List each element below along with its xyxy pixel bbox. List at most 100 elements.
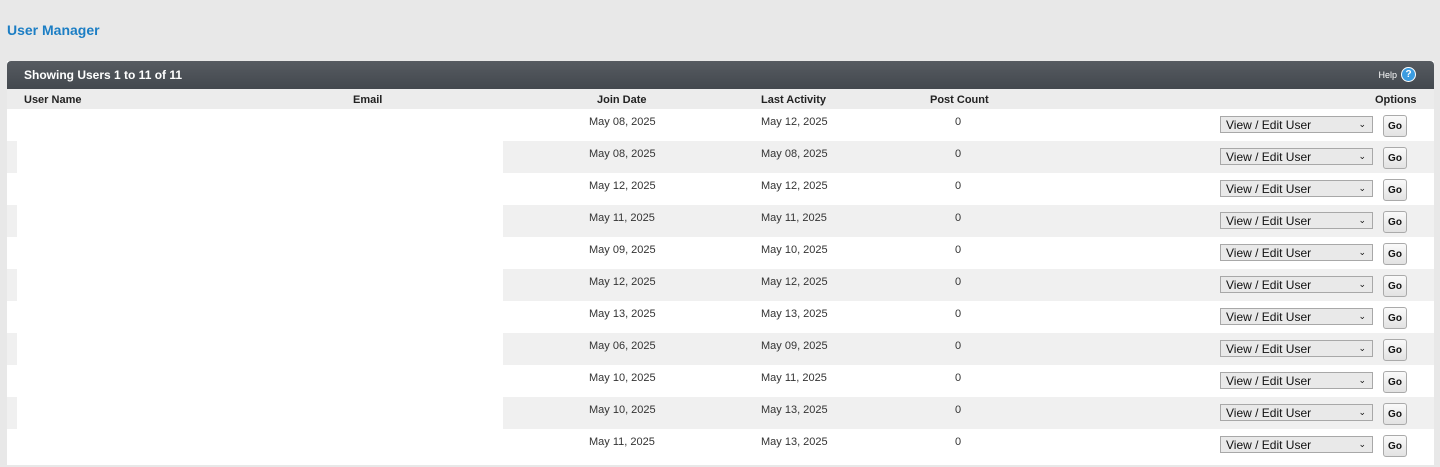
row-stripe xyxy=(7,205,17,237)
last-activity-cell: May 12, 2025 xyxy=(761,180,828,192)
last-activity-cell: May 11, 2025 xyxy=(761,212,827,224)
chevron-down-icon: ⌄ xyxy=(1358,375,1366,385)
chevron-down-icon: ⌄ xyxy=(1358,311,1366,321)
user-options-select[interactable]: View / Edit User ⌄ xyxy=(1220,116,1373,133)
table-header: User Name Email Join Date Last Activity … xyxy=(7,89,1434,109)
post-count-cell: 0 xyxy=(955,180,962,192)
user-options-select-value: View / Edit User xyxy=(1226,277,1312,292)
go-button[interactable]: Go xyxy=(1383,275,1407,297)
user-options-select[interactable]: View / Edit User ⌄ xyxy=(1220,244,1373,261)
user-options-select[interactable]: View / Edit User ⌄ xyxy=(1220,340,1373,357)
column-options: Options xyxy=(1375,94,1417,106)
join-date-cell: May 11, 2025 xyxy=(589,212,655,224)
chevron-down-icon: ⌄ xyxy=(1358,183,1366,193)
column-email[interactable]: Email xyxy=(353,94,382,106)
post-count-cell: 0 xyxy=(955,212,962,224)
user-options-select-value: View / Edit User xyxy=(1226,405,1312,420)
user-options-select-value: View / Edit User xyxy=(1226,245,1312,260)
join-date-cell: May 12, 2025 xyxy=(589,276,656,288)
last-activity-cell: May 09, 2025 xyxy=(761,340,828,352)
go-button[interactable]: Go xyxy=(1383,371,1407,393)
table-row: May 08, 2025 May 08, 2025 0 View / Edit Use… xyxy=(7,141,1434,173)
table-row: May 09, 2025 May 10, 2025 0 View / Edit Use… xyxy=(7,237,1434,269)
post-count-cell: 0 xyxy=(955,244,962,256)
post-count-cell: 0 xyxy=(955,436,962,448)
go-button[interactable]: Go xyxy=(1383,243,1407,265)
last-activity-cell: May 13, 2025 xyxy=(761,404,828,416)
go-button[interactable]: Go xyxy=(1383,147,1407,169)
go-button[interactable]: Go xyxy=(1383,179,1407,201)
go-button[interactable]: Go xyxy=(1383,307,1407,329)
table-row: May 06, 2025 May 09, 2025 0 View / Edit Use… xyxy=(7,333,1434,365)
join-date-cell: May 10, 2025 xyxy=(589,404,656,416)
user-options-select[interactable]: View / Edit User ⌄ xyxy=(1220,180,1373,197)
post-count-cell: 0 xyxy=(955,276,962,288)
chevron-down-icon: ⌄ xyxy=(1358,343,1366,353)
last-activity-cell: May 12, 2025 xyxy=(761,116,828,128)
post-count-cell: 0 xyxy=(955,148,962,160)
user-options-select-value: View / Edit User xyxy=(1226,373,1312,388)
go-button[interactable]: Go xyxy=(1383,435,1407,457)
go-button[interactable]: Go xyxy=(1383,211,1407,233)
post-count-cell: 0 xyxy=(955,340,962,352)
panel-title: Showing Users 1 to 11 of 11 xyxy=(24,68,183,82)
user-options-select[interactable]: View / Edit User ⌄ xyxy=(1220,308,1373,325)
chevron-down-icon: ⌄ xyxy=(1358,439,1366,449)
table-row: May 10, 2025 May 13, 2025 0 View / Edit Use… xyxy=(7,397,1434,429)
user-options-select[interactable]: View / Edit User ⌄ xyxy=(1220,436,1373,453)
post-count-cell: 0 xyxy=(955,404,962,416)
join-date-cell: May 12, 2025 xyxy=(589,180,656,192)
post-count-cell: 0 xyxy=(955,308,962,320)
join-date-cell: May 11, 2025 xyxy=(589,436,655,448)
post-count-cell: 0 xyxy=(955,372,962,384)
user-options-select[interactable]: View / Edit User ⌄ xyxy=(1220,148,1373,165)
row-stripe xyxy=(7,141,17,173)
chevron-down-icon: ⌄ xyxy=(1358,151,1366,161)
user-options-select-value: View / Edit User xyxy=(1226,149,1312,164)
row-stripe xyxy=(7,397,17,429)
chevron-down-icon: ⌄ xyxy=(1358,407,1366,417)
go-button[interactable]: Go xyxy=(1383,115,1407,137)
table-row: May 11, 2025 May 11, 2025 0 View / Edit Use… xyxy=(7,205,1434,237)
column-user-name[interactable]: User Name xyxy=(24,94,81,106)
last-activity-cell: May 13, 2025 xyxy=(761,308,828,320)
column-post-count[interactable]: Post Count xyxy=(930,94,989,106)
user-options-select-value: View / Edit User xyxy=(1226,309,1312,324)
chevron-down-icon: ⌄ xyxy=(1358,119,1366,129)
user-options-select-value: View / Edit User xyxy=(1226,117,1312,132)
row-stripe xyxy=(7,269,17,301)
question-icon[interactable]: ? xyxy=(1401,67,1416,82)
join-date-cell: May 08, 2025 xyxy=(589,116,656,128)
user-options-select[interactable]: View / Edit User ⌄ xyxy=(1220,276,1373,293)
user-options-select-value: View / Edit User xyxy=(1226,341,1312,356)
table-row: May 10, 2025 May 11, 2025 0 View / Edit Use… xyxy=(7,365,1434,397)
user-options-select[interactable]: View / Edit User ⌄ xyxy=(1220,212,1373,229)
chevron-down-icon: ⌄ xyxy=(1358,215,1366,225)
users-panel: Showing Users 1 to 11 of 11 Help ? User … xyxy=(7,61,1434,465)
chevron-down-icon: ⌄ xyxy=(1358,279,1366,289)
table-row: May 08, 2025 May 12, 2025 0 View / Edit Use… xyxy=(7,109,1434,141)
join-date-cell: May 08, 2025 xyxy=(589,148,656,160)
page-title[interactable]: User Manager xyxy=(7,22,100,38)
join-date-cell: May 13, 2025 xyxy=(589,308,656,320)
panel-header: Showing Users 1 to 11 of 11 Help ? xyxy=(7,61,1434,89)
user-options-select-value: View / Edit User xyxy=(1226,437,1312,452)
go-button[interactable]: Go xyxy=(1383,339,1407,361)
last-activity-cell: May 12, 2025 xyxy=(761,276,828,288)
help-link[interactable]: Help ? xyxy=(1378,67,1416,82)
last-activity-cell: May 10, 2025 xyxy=(761,244,828,256)
column-last-activity[interactable]: Last Activity xyxy=(761,94,826,106)
table-row: May 13, 2025 May 13, 2025 0 View / Edit Use… xyxy=(7,301,1434,333)
last-activity-cell: May 13, 2025 xyxy=(761,436,828,448)
user-options-select-value: View / Edit User xyxy=(1226,213,1312,228)
join-date-cell: May 06, 2025 xyxy=(589,340,656,352)
join-date-cell: May 10, 2025 xyxy=(589,372,656,384)
user-options-select[interactable]: View / Edit User ⌄ xyxy=(1220,372,1373,389)
last-activity-cell: May 08, 2025 xyxy=(761,148,828,160)
table-row: May 12, 2025 May 12, 2025 0 View / Edit Use… xyxy=(7,269,1434,301)
go-button[interactable]: Go xyxy=(1383,403,1407,425)
chevron-down-icon: ⌄ xyxy=(1358,247,1366,257)
column-join-date[interactable]: Join Date xyxy=(597,94,647,106)
user-options-select[interactable]: View / Edit User ⌄ xyxy=(1220,404,1373,421)
table-row: May 11, 2025 May 13, 2025 0 View / Edit Use… xyxy=(7,429,1434,461)
